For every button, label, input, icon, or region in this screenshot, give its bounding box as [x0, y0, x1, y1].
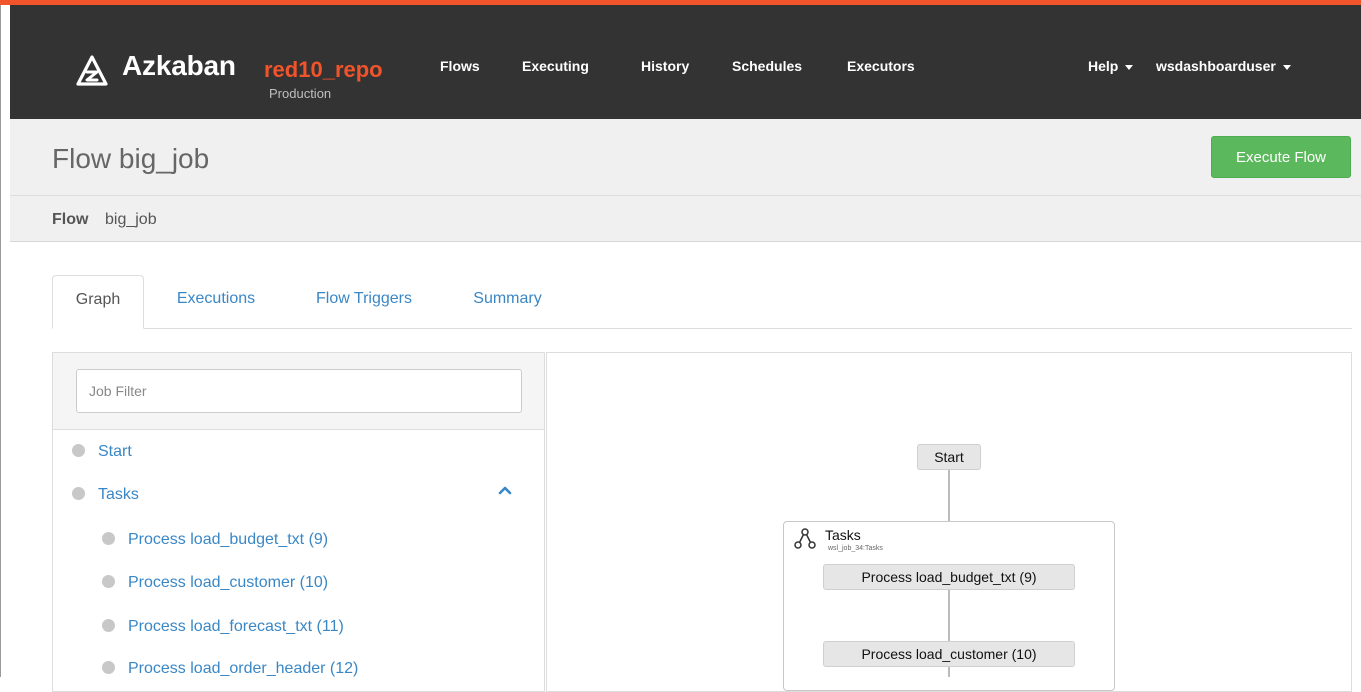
graph-node-load-customer[interactable]: Process load_customer (10) [823, 641, 1075, 667]
collapse-tasks-icon[interactable] [498, 483, 512, 498]
breadcrumb-flow-name: big_job [105, 211, 157, 228]
user-label: wsdashboarduser [1156, 58, 1276, 74]
chevron-down-icon [1125, 64, 1134, 70]
tab-flow-triggers[interactable]: Flow Triggers [290, 275, 438, 329]
status-dot-icon [102, 619, 115, 632]
tab-summary[interactable]: Summary [450, 275, 565, 329]
nav-flows[interactable]: Flows [440, 58, 480, 74]
breadcrumb-label: Flow [52, 211, 89, 228]
job-label: Tasks [98, 486, 139, 503]
nav-history[interactable]: History [641, 58, 689, 74]
chevron-down-icon [1282, 64, 1291, 70]
job-list-panel [52, 352, 545, 692]
job-label: Process load_budget_txt (9) [128, 531, 329, 548]
job-label: Process load_customer (10) [128, 574, 329, 591]
subflow-icon [794, 528, 816, 549]
execute-flow-button[interactable]: Execute Flow [1211, 136, 1351, 178]
graph-node-load-budget-txt[interactable]: Process load_budget_txt (9) [823, 564, 1075, 590]
job-label: Process load_forecast_txt (11) [128, 618, 344, 635]
status-dot-icon [72, 444, 85, 457]
help-label: Help [1088, 58, 1119, 74]
project-name[interactable]: red10_repo [264, 57, 383, 83]
graph-edge [948, 666, 950, 677]
brand-name[interactable]: Azkaban [122, 50, 236, 82]
status-dot-icon [102, 532, 115, 545]
status-dot-icon [102, 661, 115, 674]
help-menu[interactable]: Help [1088, 58, 1134, 74]
nav-executors[interactable]: Executors [847, 58, 915, 74]
job-item-load-order-header[interactable]: Process load_order_header (12) [102, 660, 358, 678]
navbar: Azkaban red10_repo Production Flows Exec… [10, 5, 1361, 119]
job-item-tasks[interactable]: Tasks [72, 486, 139, 504]
job-item-load-customer[interactable]: Process load_customer (10) [102, 574, 328, 592]
azkaban-logo-icon[interactable] [76, 55, 108, 87]
tab-graph[interactable]: Graph [52, 275, 144, 329]
job-filter-input[interactable] [76, 369, 522, 413]
tasks-title: Tasks [825, 527, 861, 543]
status-dot-icon [102, 575, 115, 588]
page-title: Flow big_job [52, 143, 210, 174]
job-item-load-forecast-txt[interactable]: Process load_forecast_txt (11) [102, 618, 344, 636]
job-item-load-budget-txt[interactable]: Process load_budget_txt (9) [102, 531, 328, 549]
job-item-start[interactable]: Start [72, 443, 132, 461]
page-header: Flow big_job Execute Flow [10, 119, 1361, 196]
graph-node-start[interactable]: Start [917, 444, 981, 470]
job-label: Process load_order_header (12) [128, 660, 359, 677]
job-label: Start [98, 443, 132, 460]
nav-schedules[interactable]: Schedules [732, 58, 802, 74]
nav-executing[interactable]: Executing [522, 58, 589, 74]
environment-label: Production [269, 86, 332, 101]
user-menu[interactable]: wsdashboarduser [1156, 58, 1291, 74]
breadcrumb: Flow big_job [10, 196, 1361, 242]
graph-edge [948, 469, 950, 522]
tasks-subtitle: wsl_job_34:Tasks [828, 545, 883, 552]
status-dot-icon [72, 487, 85, 500]
job-filter-area [53, 353, 544, 430]
graph-edge [948, 589, 950, 641]
tab-executions[interactable]: Executions [154, 275, 278, 329]
